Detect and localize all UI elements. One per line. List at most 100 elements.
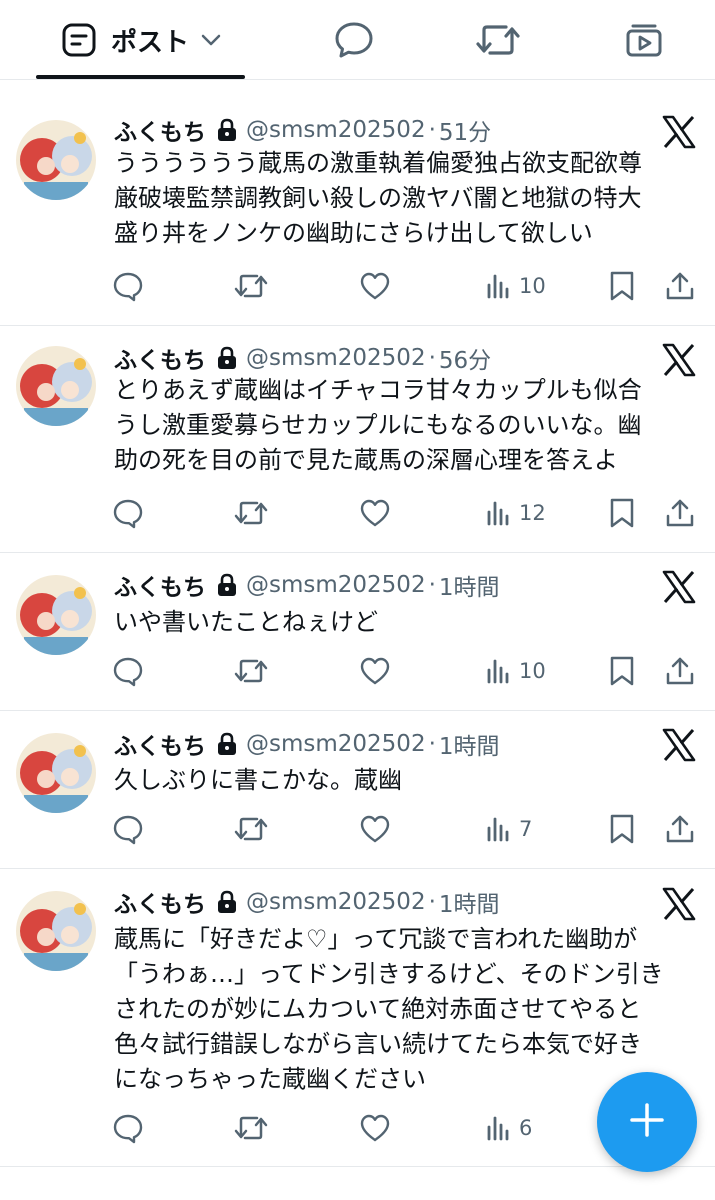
lock-icon [216,573,238,597]
x-logo-icon [662,728,696,762]
like-button[interactable] [359,493,391,533]
tab-posts[interactable]: ポスト [36,0,246,80]
avatar[interactable] [16,733,96,813]
repost-button[interactable] [234,809,268,849]
tweet-item[interactable]: ふくもち @smsm202502 · 56分 とりあえず蔵幽はイチャコラ甘々カッ… [0,326,715,553]
tweet-header: ふくもち @smsm202502 · 1時間 [114,886,500,918]
user-handle[interactable]: @smsm202502 [246,731,426,757]
repost-button[interactable] [234,266,268,306]
avatar[interactable] [16,120,96,200]
tab-reposts[interactable] [466,0,530,80]
tweet-text-line: うし激重愛募らせカップルにもなるのいいな。幽 [114,411,642,439]
display-name[interactable]: ふくもち [114,727,206,761]
reply-button[interactable] [112,266,144,306]
share-icon [665,497,695,529]
user-handle[interactable]: @smsm202502 [246,117,426,143]
like-button[interactable] [359,1108,391,1148]
reply-icon [112,497,144,529]
tab-posts-label: ポスト [110,27,189,58]
share-button[interactable] [665,809,695,849]
tweet-item[interactable]: ふくもち @smsm202502 · 51分 うううううう蔵馬の激重執着偏愛独占… [0,100,715,326]
timestamp[interactable]: 1時間 [439,568,500,602]
share-button[interactable] [665,651,695,691]
views-button[interactable]: 10 [486,266,546,306]
repost-button[interactable] [234,651,268,691]
views-icon [486,658,510,684]
x-logo-icon [662,343,696,377]
profile-tab-bar: ポスト [0,0,715,80]
repost-button[interactable] [234,1108,268,1148]
tweet-text: 久しぶりに書こかな。蔵幽 [114,763,704,798]
share-button[interactable] [665,266,695,306]
tweet-text-line: 助の死を目の前で見た蔵馬の深層心理を答えよ [114,446,618,474]
tweet-item[interactable]: ふくもち @smsm202502 · 1時間 いや書いたことねぇけど 10 [0,553,715,711]
chevron-down-icon[interactable] [201,34,221,46]
reply-icon [112,270,144,302]
views-button[interactable]: 7 [486,809,532,849]
repost-icon [234,1113,268,1143]
timestamp[interactable]: 1時間 [439,885,500,919]
tweet-text-line: 久しぶりに書こかな。蔵幽 [114,766,402,794]
reply-button[interactable] [112,651,144,691]
user-handle[interactable]: @smsm202502 [246,345,426,371]
timestamp[interactable]: 1時間 [439,727,500,761]
bookmark-button[interactable] [608,651,636,691]
like-button[interactable] [359,809,391,849]
bookmark-icon [608,497,636,529]
repost-icon [234,814,268,844]
display-name[interactable]: ふくもち [114,885,206,919]
tweet-actions: 10 [0,266,715,306]
display-name[interactable]: ふくもち [114,341,206,375]
lock-icon [216,890,238,914]
reply-button[interactable] [112,1108,144,1148]
bookmark-button[interactable] [608,809,636,849]
timestamp[interactable]: 56分 [439,341,491,375]
reply-button[interactable] [112,493,144,533]
like-button[interactable] [359,266,391,306]
lock-icon [216,732,238,756]
bookmark-icon [608,813,636,845]
views-button[interactable]: 10 [486,651,546,691]
share-icon [665,813,695,845]
like-button[interactable] [359,651,391,691]
views-icon [486,500,510,526]
bookmark-button[interactable] [608,493,636,533]
tweet-text: 蔵馬に「好きだよ♡」って冗談で言われた幽助が 「うわぁ…」ってドン引きするけど、… [114,922,704,1097]
bookmark-icon [608,655,636,687]
plus-icon [629,1102,665,1142]
display-name[interactable]: ふくもち [114,113,206,147]
compose-button[interactable] [597,1072,697,1172]
tweet-text-line: 色々試行錯誤しながら言い続けてたら本気で好き [114,1030,642,1058]
tab-media[interactable] [612,0,676,80]
avatar[interactable] [16,891,96,971]
reply-icon [112,655,144,687]
tweet-header: ふくもち @smsm202502 · 1時間 [114,569,500,601]
display-name[interactable]: ふくもち [114,568,206,602]
lock-icon [216,118,238,142]
tab-replies[interactable] [322,0,386,80]
reply-icon [112,813,144,845]
tweet-item[interactable]: ふくもち @smsm202502 · 1時間 久しぶりに書こかな。蔵幽 7 [0,711,715,869]
avatar[interactable] [16,346,96,426]
avatar[interactable] [16,575,96,655]
views-button[interactable]: 12 [486,493,546,533]
repost-button[interactable] [234,493,268,533]
separator: · [428,731,436,757]
tweet-text: いや書いたことねぇけど [114,605,704,640]
views-icon [486,816,510,842]
user-handle[interactable]: @smsm202502 [246,572,426,598]
heart-icon [359,498,391,528]
views-button[interactable]: 6 [486,1108,532,1148]
share-icon [665,655,695,687]
bookmark-button[interactable] [608,266,636,306]
user-handle[interactable]: @smsm202502 [246,889,426,915]
view-count: 10 [519,659,546,683]
share-button[interactable] [665,493,695,533]
tweet-text-line: 厳破壊監禁調教飼い殺しの激ヤバ闇と地獄の特大 [114,184,642,212]
reply-button[interactable] [112,809,144,849]
timestamp[interactable]: 51分 [439,113,491,147]
tweet-text-line: 盛り丼をノンケの幽助にさらけ出して欲しい [114,219,593,247]
view-count: 6 [519,1116,533,1140]
heart-icon [359,656,391,686]
tweet-text-line: いや書いたことねぇけど [114,608,378,636]
